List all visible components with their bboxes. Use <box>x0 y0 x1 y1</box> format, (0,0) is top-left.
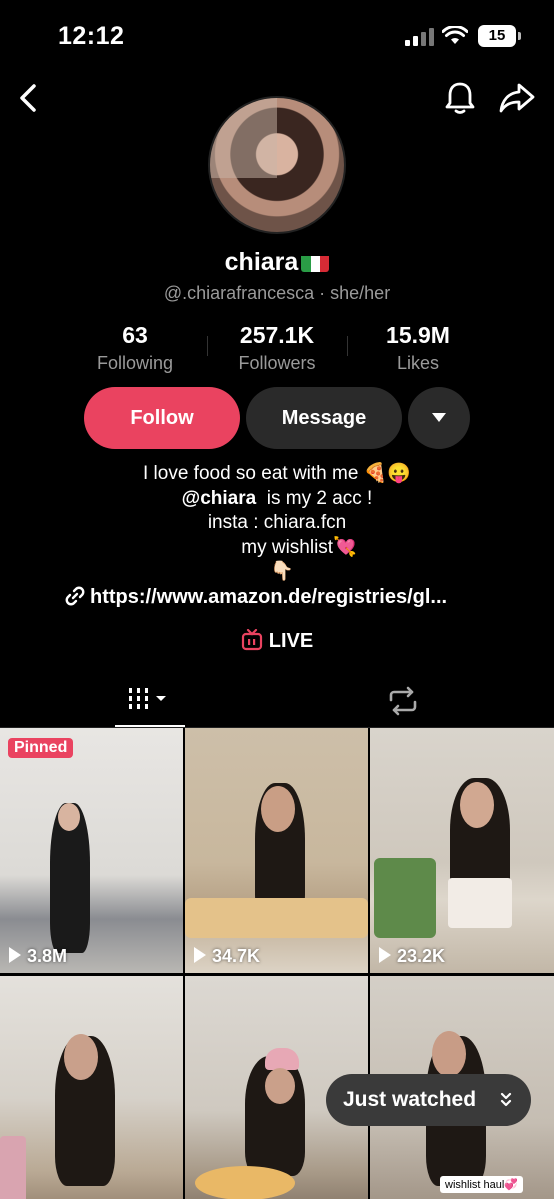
pinned-badge: Pinned <box>8 738 74 758</box>
back-icon[interactable] <box>14 80 46 116</box>
stat-label: Following <box>96 353 174 373</box>
username-text: chiara <box>224 248 299 276</box>
video-thumbnail[interactable]: 23.2K <box>370 728 554 973</box>
stat-value: 257.1K <box>239 322 315 348</box>
play-icon <box>9 947 21 963</box>
bio: I love food so eat with me 🍕😛 @chiara is… <box>0 462 554 585</box>
more-options-button[interactable] <box>408 387 470 449</box>
stat-followers[interactable]: 257.1K Followers <box>202 322 352 374</box>
follow-button[interactable]: Follow <box>84 387 240 449</box>
profile-link[interactable]: https://www.amazon.de/registries/gl... <box>64 585 494 609</box>
video-thumbnail[interactable]: Pinned 3.8M <box>0 728 183 973</box>
status-bar: 12:12 15 <box>0 0 554 72</box>
cellular-signal-icon <box>405 28 434 46</box>
bio-line: @chiara is my 2 acc ! <box>0 487 554 512</box>
repost-icon <box>389 686 417 716</box>
battery-indicator: 15 <box>478 25 521 47</box>
bio-line: 👇🏻 <box>270 561 294 582</box>
bio-line: I love food so eat with me 🍕😛 <box>142 463 412 484</box>
username: chiara <box>0 248 554 277</box>
avatar[interactable] <box>208 96 346 234</box>
stat-value: 63 <box>122 322 148 348</box>
link-text: https://www.amazon.de/registries/gl... <box>90 586 448 608</box>
message-button[interactable]: Message <box>246 387 402 449</box>
tab-videos[interactable] <box>115 676 185 728</box>
video-thumbnail[interactable] <box>0 976 183 1199</box>
mention-link[interactable]: @chiara <box>182 488 257 509</box>
view-count: 23.2K <box>379 946 445 967</box>
wishlist-sticker: wishlist haul💞 <box>440 1176 523 1193</box>
wifi-icon <box>442 26 468 44</box>
live-tv-icon <box>241 629 262 651</box>
chevrons-down-icon <box>500 1092 512 1107</box>
link-icon <box>65 586 85 606</box>
view-count: 3.8M <box>9 946 67 967</box>
clock: 12:12 <box>58 22 125 50</box>
tab-reposts[interactable] <box>386 676 422 726</box>
view-count-text: 23.2K <box>397 946 446 966</box>
bio-text: is my 2 acc ! <box>256 487 373 509</box>
grid-icon <box>129 688 166 709</box>
stat-likes[interactable]: 15.9M Likes <box>343 322 493 374</box>
stat-label: Likes <box>396 353 440 373</box>
view-count: 34.7K <box>194 946 260 967</box>
stat-value: 15.9M <box>386 322 450 348</box>
stat-following[interactable]: 63 Following <box>60 322 210 374</box>
just-watched-label: Just watched <box>343 1088 477 1111</box>
bell-icon[interactable] <box>443 80 477 116</box>
bio-line: insta : chiara.fcn <box>207 512 347 533</box>
video-thumbnail[interactable]: 34.7K <box>185 728 368 973</box>
live-button[interactable]: LIVE <box>0 629 554 653</box>
play-icon <box>194 947 206 963</box>
profile-handle: @.chiarafrancesca · she/her <box>163 283 391 303</box>
view-count-text: 34.7K <box>212 946 261 966</box>
live-label: LIVE <box>268 630 314 652</box>
italy-flag-icon <box>301 253 330 272</box>
play-icon <box>379 947 391 963</box>
view-count-text: 3.8M <box>27 946 68 966</box>
stat-label: Followers <box>238 353 316 373</box>
just-watched-button[interactable]: Just watched <box>326 1074 531 1126</box>
video-grid: Pinned 3.8M 34.7K 23.2K wishlist haul💞 <box>0 728 554 1199</box>
bio-line: my wishlist💘 <box>241 536 357 558</box>
chevron-down-icon <box>432 413 446 422</box>
share-icon[interactable] <box>498 80 536 116</box>
